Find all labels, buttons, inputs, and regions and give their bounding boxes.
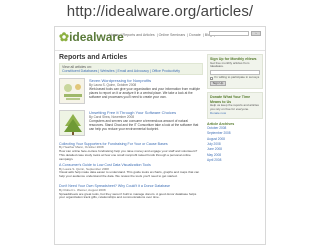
survey-checkbox[interactable] (210, 76, 213, 80)
page-title: Reports and Articles (59, 54, 128, 61)
article-description: How can online face-to-face fundraising … (59, 150, 198, 161)
nav-reports[interactable]: Reports and Articles (123, 33, 155, 37)
article-item: A Consumer's Guide to Low Cost Data Visu… (59, 163, 203, 182)
featured-article: Seven Wordpressing for Nonprofits By Lau… (59, 78, 203, 108)
article-thumbnail[interactable] (59, 78, 85, 104)
archive-link[interactable]: April 2008 (207, 158, 263, 163)
newsletter-signup: Sign Up for Monthly eNews Get free month… (207, 54, 263, 89)
slide-title: http://idealware.org/articles/ (66, 3, 254, 20)
donate-promo: Donate What Your Time Means to Us Help u… (207, 91, 263, 119)
donate-link[interactable]: Donate now (210, 111, 260, 116)
article-item: Don't Need Your Own Spreadsheet? Why Cou… (59, 184, 203, 203)
article-description: Web-based tools can give your organizati… (89, 87, 201, 99)
featured-article: Unsetting Free It Through Your Software … (59, 110, 203, 140)
article-description: Computers and servers can consume a trem… (89, 119, 199, 131)
checkbox-label: I'm willing to participate in surveys (214, 75, 260, 80)
search-icon[interactable]: › (251, 31, 261, 36)
site-header: ✿idealware Home | Reports and Articles | O… (55, 27, 265, 51)
article-thumbnail[interactable] (59, 110, 85, 136)
signup-text: Get free monthly articles from Idealware… (210, 60, 250, 69)
survey-option: I'm willing to participate in surveys (210, 75, 260, 80)
nav-seminars[interactable]: Online Seminars (159, 33, 186, 37)
browser-screenshot: ✿idealware Home | Reports and Articles | O… (54, 26, 266, 245)
nav-donate[interactable]: Donate (189, 33, 201, 37)
leaf-icon: ✿ (59, 30, 70, 44)
nav-home[interactable]: Home (109, 33, 119, 37)
sidebar: Sign Up for Monthly eNews Get free month… (207, 54, 263, 163)
search-input[interactable] (209, 31, 249, 36)
category-filter: View all articles on: Constituent Databa… (59, 63, 203, 75)
article-description: Visual aids help make data easier to und… (59, 171, 200, 179)
filter-links[interactable]: Constituent Databases | Websites | Email… (62, 69, 200, 73)
main-content: Reports and Articles View all articles o… (59, 54, 203, 206)
article-description: Spreadsheets are great tools, but they w… (59, 192, 197, 200)
article-item: Collecting Your Supporters for Fundraisi… (59, 142, 203, 161)
signup-button[interactable]: Sign Up (210, 80, 226, 86)
